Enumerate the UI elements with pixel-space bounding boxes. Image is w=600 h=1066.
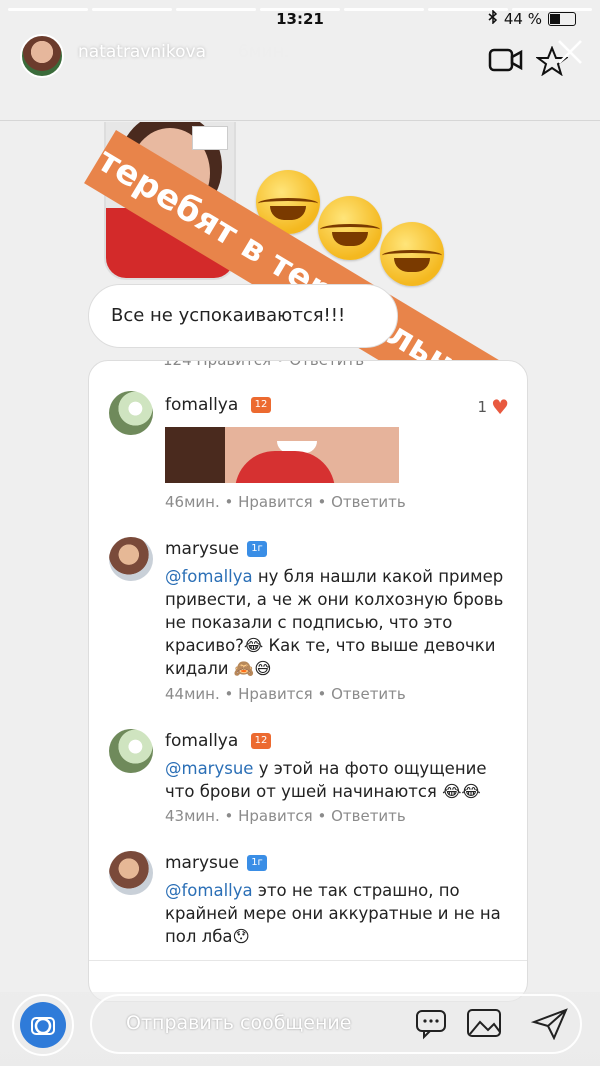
comment-text: @marysue у этой на фото ощущение что бро…: [165, 757, 510, 803]
avatar: [109, 851, 153, 895]
comment-text: @fomallya ну бля нашли какой пример прив…: [165, 565, 510, 680]
caption-bubble: Все не успокаиваются!!!: [88, 284, 398, 348]
camera-icon: [20, 1002, 66, 1048]
photo-gallery-icon[interactable]: [464, 1006, 504, 1044]
laughing-emoji-icon: [380, 222, 444, 286]
level-badge: 1г: [247, 855, 267, 871]
comment-meta: 44мин. • Нравится • Ответить: [165, 685, 406, 703]
comments-screenshot: 124 Нравится • Ответить fomallya 12 1 ♥ …: [88, 360, 528, 1002]
avatar: [109, 729, 153, 773]
status-bar: 13:21 44 %: [0, 8, 600, 28]
mention-link[interactable]: @fomallya: [165, 567, 253, 586]
level-badge: 1г: [247, 541, 267, 557]
story-age: 6мин.: [238, 42, 290, 62]
chat-icon[interactable]: [414, 1006, 448, 1044]
avatar[interactable]: [20, 34, 64, 78]
message-placeholder: Отправить сообщение: [126, 1012, 352, 1034]
heart-icon: ♥: [491, 395, 509, 419]
like-count: 1 ♥: [478, 395, 509, 419]
close-icon[interactable]: [556, 38, 584, 70]
mention-link[interactable]: @marysue: [165, 759, 253, 778]
cut-off-meta: 124 Нравится • Ответить: [163, 360, 365, 369]
video-call-icon[interactable]: [488, 46, 524, 78]
like-number: 1: [477, 398, 488, 416]
send-icon[interactable]: [530, 1006, 570, 1044]
level-badge: 12: [251, 733, 271, 749]
comment-username: marysue: [165, 853, 240, 873]
battery-icon: [548, 12, 576, 26]
comment-username: fomallya: [165, 731, 239, 751]
divider: [0, 120, 600, 121]
comment-meta: 46мин. • Нравится • Ответить: [165, 493, 406, 511]
mention-link[interactable]: @fomallya: [165, 881, 253, 900]
battery-percent: 44 %: [503, 10, 542, 28]
message-input[interactable]: Отправить сообщение: [90, 994, 582, 1054]
comment-meta: 43мин. • Нравится • Ответить: [165, 807, 406, 825]
bluetooth-icon: [488, 9, 498, 28]
comment-username: marysue: [165, 539, 240, 559]
story-header: natatravnikova 6мин.: [0, 28, 600, 92]
laughing-emoji-icon: [318, 196, 382, 260]
story-username[interactable]: natatravnikova: [78, 42, 206, 62]
level-badge: 12: [251, 397, 271, 413]
avatar: [109, 391, 153, 435]
camera-button[interactable]: [12, 994, 74, 1056]
comment-text: @fomallya это не так страшно, по крайней…: [165, 879, 510, 948]
reply-bar: Отправить сообщение: [0, 992, 600, 1066]
avatar: [109, 537, 153, 581]
comment-username: fomallya: [165, 395, 239, 415]
comment-image: [165, 427, 399, 483]
